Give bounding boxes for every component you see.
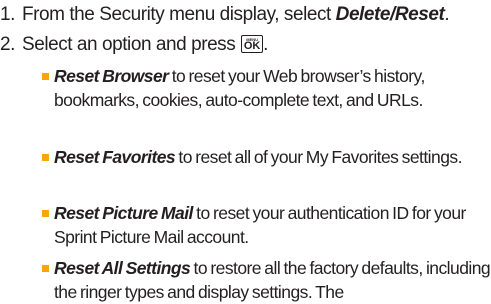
menu-option-name: Delete/Reset bbox=[335, 4, 445, 25]
step-text: From the Security menu display, select bbox=[22, 4, 336, 25]
option-text: Reset Favorites to reset all of your My … bbox=[42, 145, 491, 169]
option-name: Reset All Settings bbox=[54, 258, 191, 278]
menu-ok-key-icon: MENU OK bbox=[241, 35, 264, 53]
square-bullet-icon bbox=[42, 210, 49, 217]
step-1: 1. From the Security menu display, select… bbox=[0, 3, 450, 27]
manual-page: 1. From the Security menu display, select… bbox=[0, 0, 491, 302]
option-reset-favorites: Reset Favorites to reset all of your My … bbox=[42, 145, 491, 169]
option-name: Reset Picture Mail bbox=[54, 203, 193, 223]
option-text: Reset All Settings to restore all the fa… bbox=[42, 256, 491, 304]
option-reset-browser: Reset Browser to reset your Web browser’… bbox=[42, 64, 491, 112]
option-reset-picture-mail: Reset Picture Mail to reset your authent… bbox=[42, 201, 491, 249]
step-2: 2. Select an option and press MENU OK. bbox=[0, 33, 268, 57]
option-reset-all-settings: Reset All Settings to restore all the fa… bbox=[42, 256, 491, 304]
option-name: Reset Browser bbox=[54, 66, 169, 86]
step-number: 2. bbox=[0, 34, 15, 55]
step-punctuation: . bbox=[444, 4, 450, 25]
key-bottom-label: OK bbox=[243, 40, 261, 52]
option-description: to reset all of your My Favorites settin… bbox=[175, 147, 462, 167]
step-number: 1. bbox=[0, 4, 15, 25]
option-text: Reset Browser to reset your Web browser’… bbox=[42, 64, 491, 112]
step-text: Select an option and press bbox=[22, 34, 241, 55]
step-punctuation: . bbox=[263, 34, 268, 55]
square-bullet-icon bbox=[42, 265, 49, 272]
square-bullet-icon bbox=[42, 154, 49, 161]
square-bullet-icon bbox=[42, 73, 49, 80]
option-text: Reset Picture Mail to reset your authent… bbox=[42, 201, 491, 249]
option-name: Reset Favorites bbox=[54, 147, 176, 167]
